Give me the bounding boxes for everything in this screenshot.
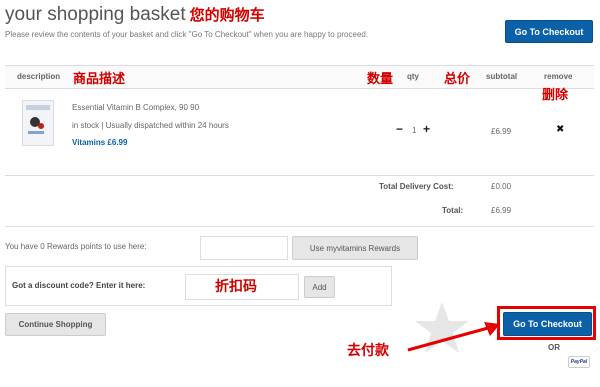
product-price-link[interactable]: Vitamins £6.99 [72,138,127,147]
total-value: £6.99 [491,206,512,215]
col-description-cn: 商品描述 [73,72,126,87]
divider [5,226,594,227]
qty-decrease-button[interactable]: − [396,122,403,136]
checkout-button-top[interactable]: Go To Checkout [505,20,593,43]
checkout-label-cn: 去付款 [347,343,389,359]
col-remove: remove [544,72,573,81]
product-image[interactable] [22,100,54,146]
annotation-arrow-icon [407,322,500,352]
item-subtotal: £6.99 [491,127,512,136]
remove-icon[interactable]: ✖ [556,124,564,135]
product-name[interactable]: Essential Vitamin B Complex, 90 90 [72,103,199,112]
page-title-cn: 您的购物车 [189,6,265,24]
divider [5,175,594,176]
page-subtitle: Please review the contents of your baske… [5,30,369,39]
continue-shopping-button[interactable]: Continue Shopping [5,313,106,336]
delivery-value: £0.00 [491,182,512,191]
qty-value[interactable]: 1 [412,126,416,135]
col-remove-cn: 删除 [542,88,569,103]
total-label: Total: [442,206,464,215]
col-description: description [17,72,61,81]
rewards-text: You have 0 Rewards points to use here: [5,242,147,251]
discount-label: Got a discount code? Enter it here: [12,281,146,290]
col-subtotal: subtotal [486,72,518,81]
col-subtotal-cn: 总价 [444,72,471,87]
delivery-label: Total Delivery Cost: [379,182,454,191]
paypal-button[interactable]: PayPal [568,356,590,368]
checkout-button-bottom[interactable]: Go To Checkout [503,312,592,336]
page-title: your shopping basket 您的购物车 [5,4,265,26]
col-qty: qty [407,72,419,81]
or-text: OR [548,343,560,352]
use-rewards-button[interactable]: Use myvitamins Rewards [292,236,418,260]
page-title-text: your shopping basket [5,4,186,25]
qty-increase-button[interactable]: + [423,122,430,136]
add-discount-button[interactable]: Add [304,276,335,298]
stock-status: in stock | Usually dispatched within 24 … [72,121,229,130]
discount-label-cn: 折扣码 [215,279,257,295]
col-qty-cn: 数量 [367,72,394,87]
rewards-input[interactable] [200,236,288,260]
